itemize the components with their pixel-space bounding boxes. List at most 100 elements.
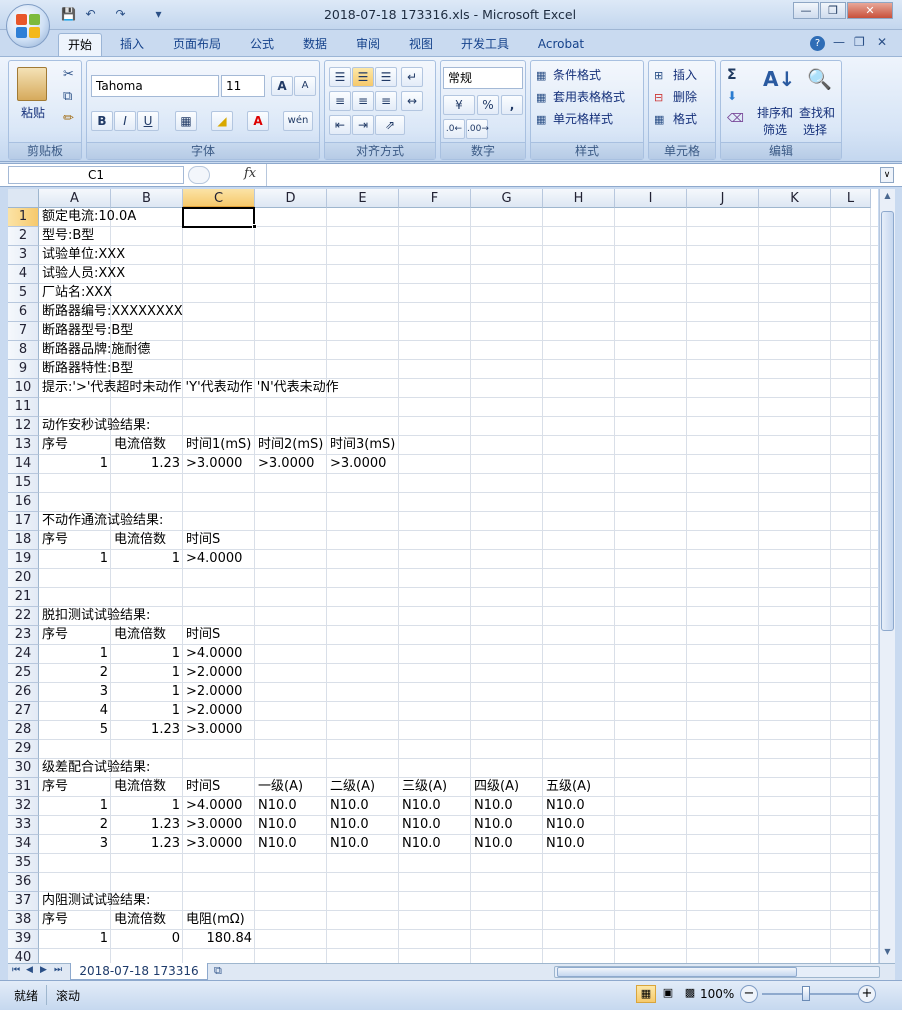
cell-e14[interactable]: >3.0000: [330, 455, 386, 474]
ribbon-close-icon[interactable]: ✕: [877, 35, 887, 49]
cell-e34[interactable]: N10.0: [330, 835, 369, 854]
cell-a1[interactable]: 额定电流:10.0A: [42, 208, 136, 227]
tab-page-layout[interactable]: 页面布局: [166, 33, 228, 56]
column-header-h[interactable]: H: [543, 189, 615, 208]
row-header-6[interactable]: 6: [8, 303, 39, 322]
last-sheet-icon[interactable]: ⏭: [54, 965, 62, 975]
row-header-3[interactable]: 3: [8, 246, 39, 265]
zoom-out-icon[interactable]: −: [740, 985, 758, 1003]
cell-c25[interactable]: >2.0000: [186, 664, 242, 683]
minimize-button[interactable]: —: [793, 2, 819, 19]
save-icon[interactable]: 💾: [60, 6, 77, 23]
paste-icon[interactable]: [17, 67, 47, 101]
cell-h31[interactable]: 五级(A): [546, 778, 591, 797]
cell-b34[interactable]: 1.23: [114, 835, 183, 854]
cell-c23[interactable]: 时间S: [186, 626, 220, 645]
cell-a2[interactable]: 型号:B型: [42, 227, 94, 246]
cell-e31[interactable]: 二级(A): [330, 778, 375, 797]
row-header-32[interactable]: 32: [8, 797, 39, 816]
scroll-thumb[interactable]: [881, 211, 894, 631]
cell-f34[interactable]: N10.0: [402, 835, 441, 854]
cell-c27[interactable]: >2.0000: [186, 702, 242, 721]
row-header-10[interactable]: 10: [8, 379, 39, 398]
column-header-g[interactable]: G: [471, 189, 543, 208]
zoom-level[interactable]: 100%: [700, 987, 734, 1001]
row-header-4[interactable]: 4: [8, 265, 39, 284]
cell-b31[interactable]: 电流倍数: [114, 778, 166, 797]
insert-function-button[interactable]: fx: [244, 166, 256, 181]
row-header-29[interactable]: 29: [8, 740, 39, 759]
help-icon[interactable]: ?: [810, 36, 825, 51]
align-center-icon[interactable]: ≡: [352, 91, 374, 111]
column-header-k[interactable]: K: [759, 189, 831, 208]
row-header-19[interactable]: 19: [8, 550, 39, 569]
row-header-13[interactable]: 13: [8, 436, 39, 455]
percent-button[interactable]: %: [477, 95, 499, 115]
cell-a12[interactable]: 动作安秒试验结果:: [42, 417, 150, 436]
conditional-format-button[interactable]: 条件格式: [553, 67, 601, 83]
row-header-12[interactable]: 12: [8, 417, 39, 436]
comma-button[interactable]: ,: [501, 95, 523, 115]
cell-a23[interactable]: 序号: [42, 626, 68, 645]
page-break-view-icon[interactable]: ▩: [680, 985, 700, 1003]
zoom-slider-thumb[interactable]: [802, 986, 810, 1001]
cell-c14[interactable]: >3.0000: [186, 455, 242, 474]
row-header-37[interactable]: 37: [8, 892, 39, 911]
cut-icon[interactable]: ✂: [63, 67, 74, 82]
active-cell-cursor[interactable]: [182, 207, 255, 228]
cell-a22[interactable]: 脱扣测试试验结果:: [42, 607, 150, 626]
cell-a13[interactable]: 序号: [42, 436, 68, 455]
row-header-15[interactable]: 15: [8, 474, 39, 493]
row-header-22[interactable]: 22: [8, 607, 39, 626]
row-header-30[interactable]: 30: [8, 759, 39, 778]
cell-a14[interactable]: 1: [42, 455, 111, 474]
font-color-icon[interactable]: A: [247, 111, 269, 131]
cell-h32[interactable]: N10.0: [546, 797, 585, 816]
increase-indent-icon[interactable]: ⇥: [352, 115, 374, 135]
row-header-16[interactable]: 16: [8, 493, 39, 512]
row-header-7[interactable]: 7: [8, 322, 39, 341]
formula-toggle-icon[interactable]: [188, 166, 210, 184]
cell-c26[interactable]: >2.0000: [186, 683, 242, 702]
zoom-slider[interactable]: [762, 993, 858, 995]
find-select-button-line2[interactable]: 选择: [803, 122, 827, 138]
cell-b38[interactable]: 电流倍数: [114, 911, 166, 930]
tab-view[interactable]: 视图: [401, 33, 441, 56]
cell-c24[interactable]: >4.0000: [186, 645, 242, 664]
column-header-e[interactable]: E: [327, 189, 399, 208]
cell-a39[interactable]: 1: [42, 930, 111, 949]
cell-a9[interactable]: 断路器特性:B型: [42, 360, 133, 379]
cell-a10[interactable]: 提示:'>'代表超时未动作 'Y'代表动作 'N'代表未动作: [42, 379, 339, 398]
tab-formulas[interactable]: 公式: [242, 33, 282, 56]
fill-icon[interactable]: ⬇: [727, 89, 737, 103]
cell-b18[interactable]: 电流倍数: [114, 531, 166, 550]
autosum-button[interactable]: Σ: [727, 67, 737, 83]
cell-d31[interactable]: 一级(A): [258, 778, 303, 797]
cell-a34[interactable]: 3: [42, 835, 111, 854]
insert-cells-button[interactable]: 插入: [673, 67, 697, 83]
cell-d14[interactable]: >3.0000: [258, 455, 314, 474]
cell-c19[interactable]: >4.0000: [186, 550, 242, 569]
horizontal-scrollbar[interactable]: [554, 966, 880, 978]
row-header-18[interactable]: 18: [8, 531, 39, 550]
cell-b24[interactable]: 1: [114, 645, 183, 664]
decrease-decimal-icon[interactable]: .00→: [466, 119, 489, 139]
cell-a5[interactable]: 厂站名:XXX: [42, 284, 112, 303]
cell-a6[interactable]: 断路器编号:XXXXXXXX: [42, 303, 183, 322]
align-bottom-icon[interactable]: ☰: [375, 67, 397, 87]
find-select-button-line1[interactable]: 查找和: [799, 105, 835, 121]
decrease-indent-icon[interactable]: ⇤: [329, 115, 351, 135]
formula-input[interactable]: [266, 164, 876, 186]
font-size-select[interactable]: 11: [221, 75, 265, 97]
cell-c31[interactable]: 时间S: [186, 778, 220, 797]
cell-c13[interactable]: 时间1(mS): [186, 436, 251, 455]
cell-a30[interactable]: 级差配合试验结果:: [42, 759, 150, 778]
column-header-l[interactable]: L: [831, 189, 871, 208]
cell-c38[interactable]: 电阻(mΩ): [186, 911, 245, 930]
cell-h34[interactable]: N10.0: [546, 835, 585, 854]
number-format-select[interactable]: 常规: [443, 67, 523, 89]
cell-d32[interactable]: N10.0: [258, 797, 297, 816]
hscroll-thumb[interactable]: [557, 967, 797, 977]
customize-icon[interactable]: ▾: [150, 6, 167, 23]
cell-a7[interactable]: 断路器型号:B型: [42, 322, 133, 341]
